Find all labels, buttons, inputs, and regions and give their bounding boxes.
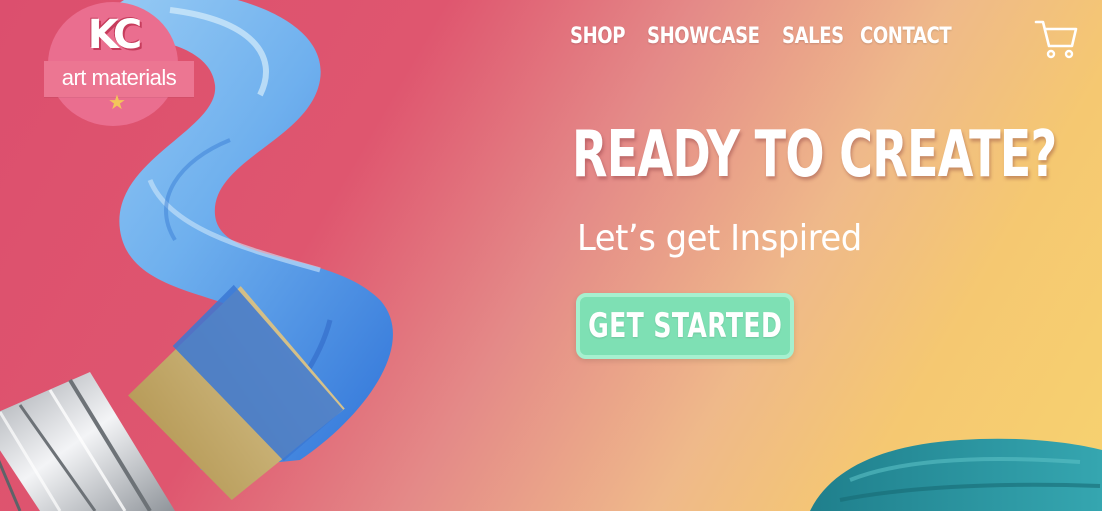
shopping-cart-icon[interactable]	[1034, 18, 1078, 60]
logo-tagline: art materials	[61, 65, 177, 90]
hero-subheadline: Let’s get Inspired	[577, 218, 862, 259]
hero-section: KC art materials ★ SHOP SHOWCASE SALES C…	[0, 0, 1102, 511]
hero-headline: READY TO CREATE?	[572, 118, 1057, 192]
nav-link-contact[interactable]: CONTACT	[860, 24, 952, 49]
nav-link-shop[interactable]: SHOP	[570, 24, 625, 49]
logo-monogram: KC	[87, 12, 143, 58]
nav-link-showcase[interactable]: SHOWCASE	[647, 24, 760, 49]
star-icon: ★	[108, 92, 126, 114]
get-started-button[interactable]: GET STARTED	[576, 293, 794, 359]
nav-link-sales[interactable]: SALES	[782, 24, 844, 49]
get-started-label: GET STARTED	[587, 306, 783, 346]
main-nav: SHOP SHOWCASE SALES CONTACT	[570, 24, 971, 49]
brand-logo[interactable]: KC art materials ★	[44, 2, 194, 128]
teal-paint-stroke	[810, 438, 1102, 511]
